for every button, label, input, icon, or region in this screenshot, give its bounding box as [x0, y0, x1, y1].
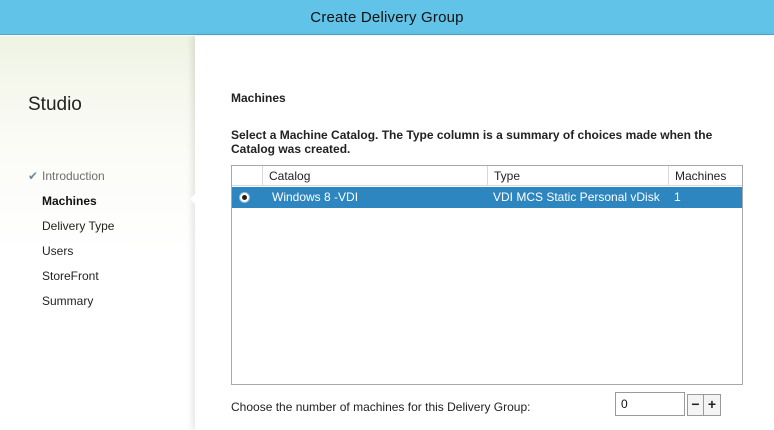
catalog-table: Catalog Type Machines Windows 8 -VDI VDI…: [231, 165, 743, 385]
sidebar-heading: Studio: [28, 94, 82, 115]
wizard-sidebar: Studio ✔ Introduction Machines Delivery …: [0, 36, 200, 430]
increment-button[interactable]: +: [704, 394, 721, 416]
check-icon: ✔: [28, 169, 39, 183]
step-delivery-type[interactable]: Delivery Type: [28, 219, 114, 244]
machine-count-stepper: − +: [687, 394, 721, 416]
section-title: Machines: [231, 91, 286, 105]
current-step-pointer: [190, 193, 196, 205]
cell-machines: 1: [674, 190, 681, 204]
window-title: Create Delivery Group: [310, 8, 464, 26]
step-storefront[interactable]: StoreFront: [28, 269, 114, 294]
machine-count-input[interactable]: [615, 392, 685, 416]
radio-selected-dot: [242, 195, 247, 200]
instruction-text: Select a Machine Catalog. The Type colum…: [231, 128, 713, 156]
step-label: Users: [42, 244, 74, 258]
step-label: Introduction: [42, 169, 105, 183]
table-header: Catalog Type Machines: [232, 166, 742, 186]
table-row[interactable]: Windows 8 -VDI VDI MCS Static Personal v…: [232, 187, 742, 208]
step-summary[interactable]: Summary: [28, 294, 114, 319]
wizard-steps: ✔ Introduction Machines Delivery Type Us…: [28, 169, 114, 319]
title-bar: Create Delivery Group: [0, 0, 774, 35]
cell-type: VDI MCS Static Personal vDisk: [493, 190, 660, 204]
cell-catalog: Windows 8 -VDI: [272, 190, 359, 204]
wizard-content: Machines Select a Machine Catalog. The T…: [195, 36, 774, 430]
step-label: Summary: [42, 294, 94, 308]
decrement-button[interactable]: −: [687, 394, 704, 416]
machine-count-label: Choose the number of machines for this D…: [231, 400, 531, 414]
column-header-type[interactable]: Type: [487, 166, 668, 186]
column-header-catalog[interactable]: Catalog: [262, 166, 487, 186]
step-machines[interactable]: Machines: [28, 194, 114, 219]
step-users[interactable]: Users: [28, 244, 114, 269]
column-header-machines[interactable]: Machines: [668, 166, 742, 186]
catalog-radio-button[interactable]: [239, 192, 250, 203]
step-label: Delivery Type: [42, 219, 115, 233]
step-introduction[interactable]: ✔ Introduction: [28, 169, 114, 194]
step-label: StoreFront: [42, 269, 99, 283]
step-label: Machines: [42, 194, 97, 208]
